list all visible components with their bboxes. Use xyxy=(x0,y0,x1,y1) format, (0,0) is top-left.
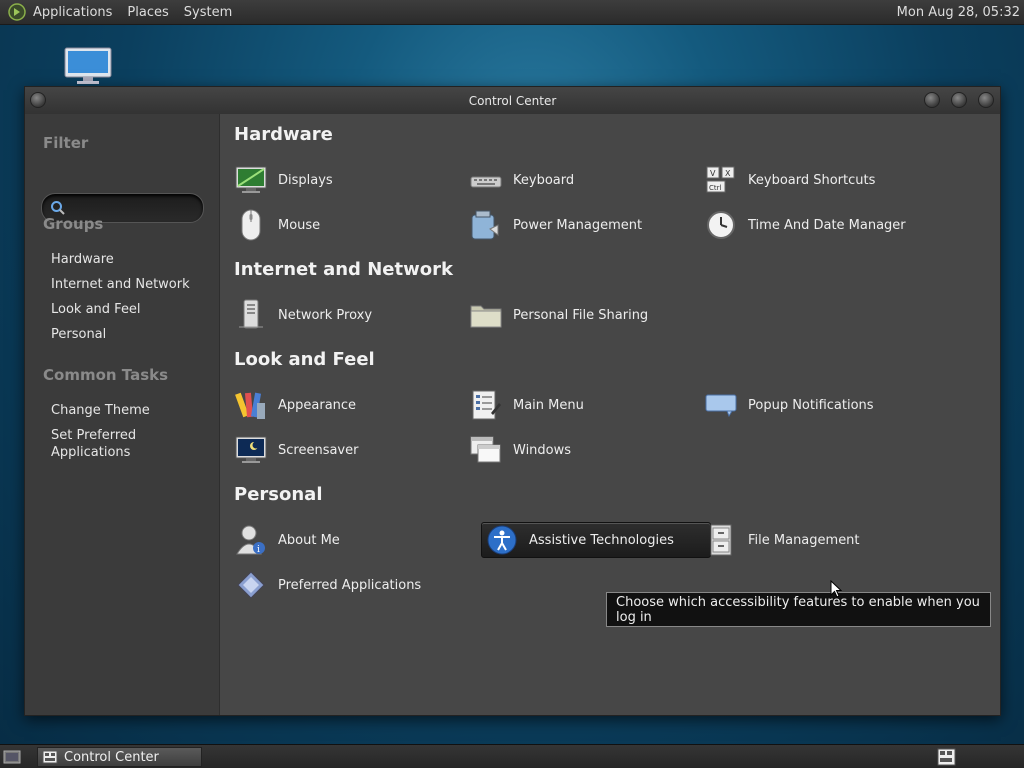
sidebar-item-internet-and-network[interactable]: Internet and Network xyxy=(51,276,190,293)
item-label: Preferred Applications xyxy=(278,577,422,593)
clock[interactable]: Mon Aug 28, 05:32 xyxy=(897,5,1020,20)
window-title: Control Center xyxy=(468,93,557,108)
item-label: Appearance xyxy=(278,397,357,413)
about-me-icon: i xyxy=(234,523,268,557)
item-time-and-date-manager[interactable]: Time And Date Manager xyxy=(690,207,906,243)
mouse-cursor-icon xyxy=(830,579,843,598)
top-panel: Applications Places System Mon Aug 28, 0… xyxy=(0,0,1024,25)
sidebar-item-look-and-feel[interactable]: Look and Feel xyxy=(51,301,141,318)
taskbar-control-center[interactable]: Control Center xyxy=(37,747,202,767)
svg-text:Ctrl: Ctrl xyxy=(709,184,722,192)
item-keyboard-shortcuts[interactable]: V X Ctrl Keyboard Shortcuts xyxy=(690,162,875,198)
maximize-button[interactable] xyxy=(951,92,967,108)
folder-share-icon xyxy=(469,298,503,332)
control-center-window: Control Center Filter Groups Hardware In… xyxy=(24,86,1001,716)
item-label: Displays xyxy=(278,172,333,188)
item-power-management[interactable]: Power Management xyxy=(455,207,642,243)
tooltip: Choose which accessibility features to e… xyxy=(606,592,991,627)
close-button[interactable] xyxy=(978,92,994,108)
search-icon xyxy=(50,200,66,216)
sidebar-item-personal[interactable]: Personal xyxy=(51,326,106,343)
power-management-icon xyxy=(469,208,503,242)
mouse-icon xyxy=(234,208,268,242)
taskbar-label: Control Center xyxy=(64,749,159,765)
file-cabinet-icon xyxy=(704,523,738,557)
item-preferred-applications[interactable]: Preferred Applications xyxy=(220,567,421,603)
item-mouse[interactable]: Mouse xyxy=(220,207,320,243)
computer-desktop-icon[interactable] xyxy=(63,47,113,85)
keyboard-shortcuts-icon: V X Ctrl xyxy=(704,163,738,197)
task-change-theme[interactable]: Change Theme xyxy=(51,402,150,419)
item-popup-notifications[interactable]: Popup Notifications xyxy=(690,387,874,423)
sidebar-item-hardware[interactable]: Hardware xyxy=(51,251,114,268)
item-windows[interactable]: Windows xyxy=(455,432,571,468)
screensaver-icon xyxy=(234,433,268,467)
mate-logo-icon[interactable] xyxy=(7,2,27,22)
task-set-preferred-applications[interactable]: Set Preferred Applications xyxy=(51,427,161,461)
displays-icon xyxy=(234,163,268,197)
svg-text:X: X xyxy=(725,169,731,178)
item-appearance[interactable]: Appearance xyxy=(220,387,356,423)
item-label: Time And Date Manager xyxy=(748,217,906,233)
minimize-button[interactable] xyxy=(924,92,940,108)
item-file-management[interactable]: File Management xyxy=(690,522,860,558)
item-label: Network Proxy xyxy=(278,307,373,323)
item-displays[interactable]: Displays xyxy=(220,162,333,198)
item-label: Personal File Sharing xyxy=(513,307,649,323)
content-area: Hardware Displays Keyboard V X Ctrl Keyboa… xyxy=(219,114,1000,715)
accessibility-icon xyxy=(485,523,519,557)
preferred-applications-icon xyxy=(234,568,268,602)
item-label: Mouse xyxy=(278,217,321,233)
item-assistive-technologies[interactable]: Assistive Technologies xyxy=(481,522,711,558)
item-label: About Me xyxy=(278,532,340,548)
system-menu[interactable]: System xyxy=(184,5,232,20)
group-title-personal: Personal xyxy=(234,484,323,505)
tray-app-icon[interactable] xyxy=(937,748,956,766)
clock-icon xyxy=(704,208,738,242)
item-screensaver[interactable]: Screensaver xyxy=(220,432,358,468)
group-title-hardware: Hardware xyxy=(234,124,333,145)
item-about-me[interactable]: i About Me xyxy=(220,522,340,558)
group-title-look-and-feel: Look and Feel xyxy=(234,349,375,370)
sidebar: Filter Groups Hardware Internet and Netw… xyxy=(25,114,219,715)
common-tasks-heading: Common Tasks xyxy=(43,366,169,384)
groups-heading: Groups xyxy=(43,215,104,233)
applications-menu[interactable]: Applications xyxy=(33,5,112,20)
main-menu-icon xyxy=(469,388,503,422)
item-label: Popup Notifications xyxy=(748,397,874,413)
titlebar[interactable]: Control Center xyxy=(25,87,1000,114)
svg-text:i: i xyxy=(257,545,260,555)
svg-text:V: V xyxy=(710,169,716,178)
places-menu[interactable]: Places xyxy=(127,5,168,20)
item-label: Main Menu xyxy=(513,397,584,413)
item-label: Screensaver xyxy=(278,442,359,458)
item-label: Keyboard Shortcuts xyxy=(748,172,876,188)
item-keyboard[interactable]: Keyboard xyxy=(455,162,574,198)
item-label: Power Management xyxy=(513,217,643,233)
item-label: Keyboard xyxy=(513,172,575,188)
appearance-icon xyxy=(234,388,268,422)
filter-heading: Filter xyxy=(43,134,89,152)
windows-icon xyxy=(469,433,503,467)
bottom-panel: Control Center xyxy=(0,744,1024,768)
network-proxy-icon xyxy=(234,298,268,332)
item-label: File Management xyxy=(748,532,860,548)
group-title-internet-and-network: Internet and Network xyxy=(234,259,453,280)
show-desktop-icon[interactable] xyxy=(3,749,21,765)
control-center-icon xyxy=(42,750,58,764)
keyboard-icon xyxy=(469,163,503,197)
item-network-proxy[interactable]: Network Proxy xyxy=(220,297,372,333)
item-label: Assistive Technologies xyxy=(529,532,674,548)
item-personal-file-sharing[interactable]: Personal File Sharing xyxy=(455,297,648,333)
item-main-menu[interactable]: Main Menu xyxy=(455,387,584,423)
window-menu-button[interactable] xyxy=(30,92,46,108)
popup-notifications-icon xyxy=(704,388,738,422)
item-label: Windows xyxy=(513,442,572,458)
